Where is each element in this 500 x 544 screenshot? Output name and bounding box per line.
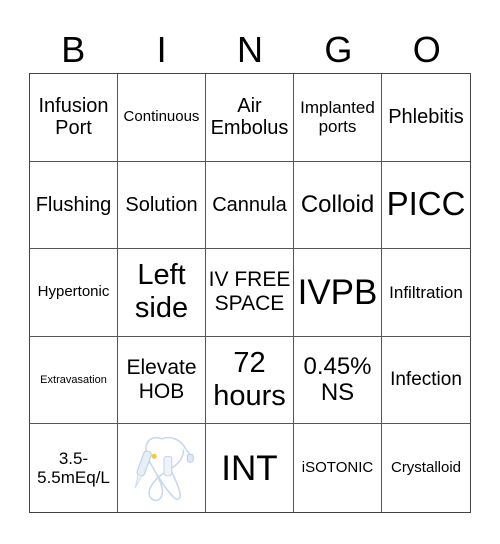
bingo-cell[interactable]: Crystalloid: [382, 424, 470, 512]
cell-label: IV FREE SPACE: [208, 268, 291, 316]
header-letter-i: I: [156, 29, 167, 70]
bingo-cell[interactable]: Infusion Port: [30, 74, 118, 162]
cell-label: Continuous: [123, 107, 200, 125]
cell-label: Colloid: [300, 190, 375, 218]
bingo-cell[interactable]: Extravasation: [30, 336, 118, 425]
bingo-cell[interactable]: 72 hours: [206, 336, 294, 425]
bingo-cell[interactable]: Flushing: [30, 161, 118, 250]
bingo-cell[interactable]: Implanted ports: [294, 74, 382, 162]
bingo-cell[interactable]: Left side: [118, 249, 206, 337]
header-letter-o: O: [412, 29, 441, 70]
bingo-header: B I N G O: [29, 28, 471, 72]
bingo-cell[interactable]: Continuous: [118, 74, 206, 162]
bingo-cell-free-space[interactable]: IV FREE SPACE: [206, 249, 294, 337]
cell-label: Elevate HOB: [126, 355, 197, 404]
bingo-cell[interactable]: INT: [206, 424, 294, 512]
bingo-card-grid: Infusion Port Continuous Air Embolus Imp…: [29, 73, 471, 513]
cell-label: Infusion Port: [38, 94, 109, 140]
cell-label: Flushing: [35, 193, 112, 216]
header-letter-g: G: [324, 29, 353, 70]
bingo-cell[interactable]: Colloid: [294, 161, 382, 250]
cell-label: Hypertonic: [37, 283, 110, 301]
bingo-cell[interactable]: Cannula: [206, 161, 294, 250]
cell-label: 0.45% NS: [303, 352, 372, 407]
cell-label: IVPB: [297, 272, 378, 312]
bingo-cell[interactable]: Hypertonic: [30, 249, 118, 337]
bingo-cell[interactable]: PICC: [382, 162, 470, 250]
cell-label: PICC: [386, 185, 466, 223]
bingo-cell[interactable]: 3.5-5.5mEq/L: [30, 424, 118, 512]
cell-label: 72 hours: [213, 346, 286, 413]
bingo-cell[interactable]: Infiltration: [382, 249, 470, 337]
bingo-cell[interactable]: Elevate HOB: [118, 336, 206, 425]
bingo-cell[interactable]: IVPB: [294, 249, 382, 337]
cell-label: INT: [221, 448, 278, 488]
bingo-cell[interactable]: iSOTONIC: [294, 424, 382, 512]
cell-label: Left side: [134, 259, 189, 325]
bingo-cell[interactable]: Phlebitis: [382, 74, 470, 162]
cell-label: Solution: [125, 193, 198, 216]
cell-label: 3.5-5.5mEq/L: [37, 449, 110, 488]
bingo-cell[interactable]: Solution: [118, 161, 206, 250]
bingo-cell[interactable]: Air Embolus: [206, 74, 294, 162]
header-letter-b: B: [61, 29, 86, 70]
bingo-cell[interactable]: Infection: [382, 337, 470, 425]
cell-label: Air Embolus: [210, 94, 289, 140]
header-letter-n: N: [236, 29, 263, 70]
cell-label: Phlebitis: [388, 106, 464, 129]
cell-label: Infiltration: [389, 282, 463, 302]
cell-label: iSOTONIC: [301, 458, 374, 476]
cell-label: Crystalloid: [390, 458, 462, 476]
bingo-cell-image[interactable]: [118, 424, 206, 512]
cell-label: Extravasation: [40, 373, 107, 386]
cell-label: Cannula: [212, 193, 287, 216]
cell-label: Implanted ports: [300, 98, 375, 137]
bingo-cell[interactable]: 0.45% NS: [294, 336, 382, 425]
cell-label: Infection: [390, 369, 462, 391]
iv-tubing-set-image: [134, 436, 194, 502]
